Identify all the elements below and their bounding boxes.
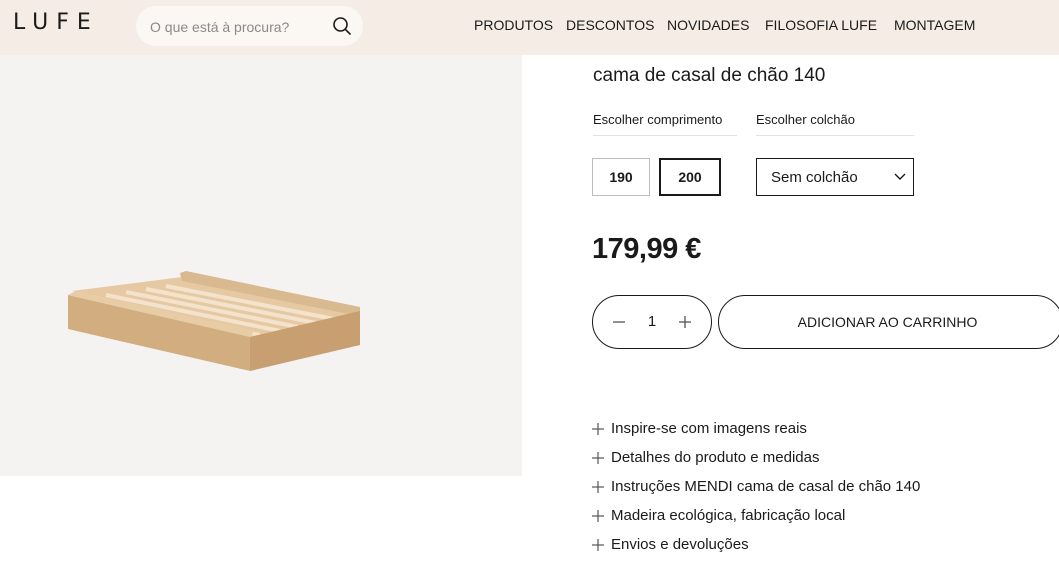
product-title: cama de casal de chão 140	[593, 65, 826, 86]
length-label: Escolher comprimento	[593, 112, 737, 136]
plus-icon	[592, 481, 604, 493]
mattress-select[interactable]: Sem colchão	[756, 158, 914, 196]
length-option-200[interactable]: 200	[659, 158, 721, 196]
search-icon[interactable]	[332, 16, 352, 36]
search-input[interactable]	[148, 16, 322, 38]
quantity-value[interactable]: 1	[593, 313, 711, 330]
logo[interactable]: LUFE	[13, 10, 99, 35]
mattress-select-value: Sem colchão	[771, 169, 858, 186]
plus-icon	[592, 510, 604, 522]
chevron-down-icon	[894, 173, 906, 180]
accordion-label: Madeira ecológica, fabricação local	[611, 507, 846, 524]
mattress-label: Escolher colchão	[756, 112, 914, 136]
add-to-cart-button[interactable]: ADICIONAR AO CARRINHO	[718, 295, 1059, 349]
search-bar[interactable]	[136, 6, 363, 46]
accordion-label: Instruções MENDI cama de casal de chão 1…	[611, 478, 921, 495]
length-option-190[interactable]: 190	[592, 158, 650, 196]
plus-icon	[592, 452, 604, 464]
site-header: LUFE PRODUTOS DESCONTOS NOVIDADES FILOSO…	[0, 0, 1059, 55]
product-price: 179,99 €	[592, 233, 701, 265]
accordion-label: Detalhes do produto e medidas	[611, 449, 820, 466]
nav-descontos[interactable]: DESCONTOS	[566, 17, 654, 33]
accordion-label: Inspire-se com imagens reais	[611, 420, 807, 437]
product-image[interactable]	[0, 55, 522, 476]
plus-icon	[592, 423, 604, 435]
accordion-label: Envios e devoluções	[611, 536, 749, 553]
nav-filosofia-lufe[interactable]: FILOSOFIA LUFE	[765, 17, 877, 33]
nav-montagem[interactable]: MONTAGEM	[894, 17, 975, 33]
plus-icon	[592, 539, 604, 551]
plus-icon[interactable]	[678, 315, 692, 329]
quantity-stepper[interactable]: 1	[592, 295, 712, 349]
nav-produtos[interactable]: PRODUTOS	[474, 17, 553, 33]
nav-novidades[interactable]: NOVIDADES	[667, 17, 749, 33]
bed-image	[68, 271, 360, 375]
